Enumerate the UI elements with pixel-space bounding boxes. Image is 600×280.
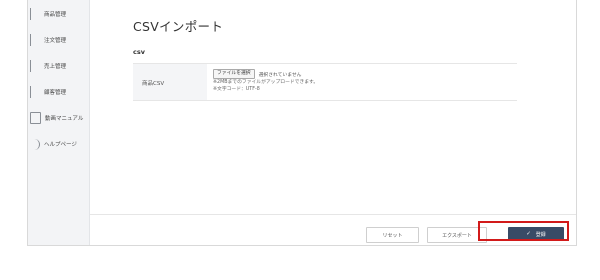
section-heading: csv bbox=[133, 48, 145, 56]
sidebar-item-label: 注文管理 bbox=[44, 38, 67, 44]
sidebar-item-customer[interactable]: 顧客管理 bbox=[28, 81, 89, 103]
product-icon bbox=[30, 8, 40, 20]
sidebar-item-label: 売上管理 bbox=[44, 64, 67, 70]
main-content: CSVインポート csv 商品CSV ファイルを選択 選択されていません ※2M… bbox=[90, 0, 576, 245]
csv-import-row: 商品CSV ファイルを選択 選択されていません ※2MBまでのファイルがアップロ… bbox=[133, 63, 517, 101]
row-label-cell: 商品CSV bbox=[133, 64, 207, 100]
sidebar-item-help[interactable]: ヘルプページ bbox=[28, 133, 89, 155]
sidebar-item-label: 商品管理 bbox=[44, 12, 67, 18]
sidebar-item-label: ヘルプページ bbox=[44, 142, 77, 148]
sidebar-item-sales[interactable]: 売上管理 bbox=[28, 55, 89, 77]
sidebar: 商品管理 注文管理 売上管理 顧客管理 動画マニュアル ヘルプページ bbox=[28, 0, 90, 245]
users-icon bbox=[30, 86, 40, 98]
video-icon bbox=[30, 112, 41, 124]
size-limit-note: ※2MBまでのファイルがアップロードできます。 bbox=[213, 80, 319, 85]
csv-row-label: 商品CSV bbox=[142, 81, 165, 87]
sidebar-item-label: 顧客管理 bbox=[44, 90, 67, 96]
help-icon bbox=[30, 138, 40, 150]
app-window: 商品管理 注文管理 売上管理 顧客管理 動画マニュアル ヘルプページ CSVイン… bbox=[27, 0, 577, 246]
choose-file-button[interactable]: ファイルを選択 bbox=[213, 69, 255, 79]
sidebar-item-label: 動画マニュアル bbox=[45, 116, 84, 122]
chart-icon bbox=[30, 60, 40, 72]
sidebar-item-product[interactable]: 商品管理 bbox=[28, 3, 89, 25]
encoding-note: ※文字コード：UTF-8 bbox=[213, 87, 260, 92]
file-upload-area: ファイルを選択 選択されていません ※2MBまでのファイルがアップロードできます… bbox=[213, 69, 318, 93]
sidebar-item-video-manual[interactable]: 動画マニュアル bbox=[28, 107, 89, 129]
reset-button[interactable]: リセット bbox=[366, 227, 419, 243]
page-title: CSVインポート bbox=[133, 19, 224, 34]
order-icon bbox=[30, 34, 40, 46]
sidebar-item-order[interactable]: 注文管理 bbox=[28, 29, 89, 51]
file-status-text: 選択されていません bbox=[258, 72, 302, 78]
register-highlight-box bbox=[478, 221, 569, 241]
